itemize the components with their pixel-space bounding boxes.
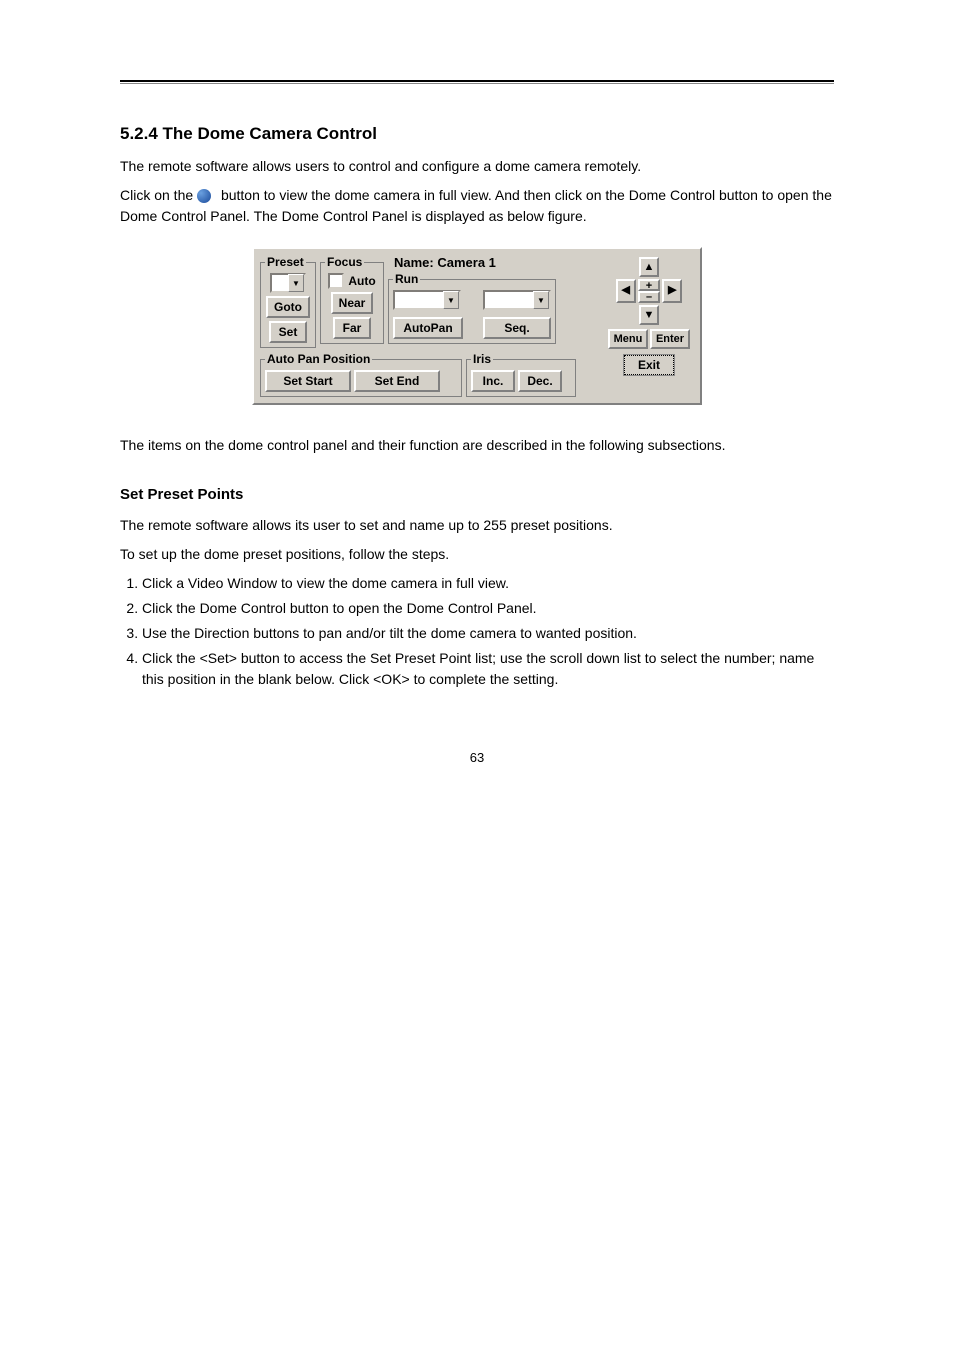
iris-inc-button[interactable]: Inc.	[471, 370, 515, 392]
autopan-position-legend: Auto Pan Position	[265, 352, 372, 366]
list-item: Click the Dome Control button to open th…	[142, 598, 834, 619]
autopan-position-group: Auto Pan Position Set Start Set End	[260, 352, 462, 397]
list-item: Click the <Set> button to access the Set…	[142, 648, 834, 690]
iris-dec-button[interactable]: Dec.	[518, 370, 562, 392]
goto-button[interactable]: Goto	[266, 296, 310, 318]
paragraph: The remote software allows users to cont…	[120, 156, 834, 177]
paragraph: The items on the dome control panel and …	[120, 435, 834, 456]
set-button[interactable]: Set	[269, 321, 307, 343]
left-button[interactable]: ◀	[616, 279, 636, 303]
list-item: Click a Video Window to view the dome ca…	[142, 573, 834, 594]
run-dropdown-1[interactable]: ▼	[393, 290, 461, 310]
enter-button[interactable]: Enter	[650, 329, 690, 349]
subsection-heading: Set Preset Points	[120, 486, 834, 503]
run-group: Run ▼ ▼ AutoPan	[388, 272, 556, 344]
text-suffix: button to view the dome camera in full v…	[120, 187, 832, 224]
direction-pad: ▲ ◀ + – ▶ ▼ Menu Enter	[604, 255, 694, 377]
seq-button[interactable]: Seq.	[483, 317, 551, 339]
up-button[interactable]: ▲	[639, 257, 660, 277]
exit-button[interactable]: Exit	[624, 355, 674, 375]
dome-control-panel: Preset ▼ Goto Set Focus	[252, 247, 702, 405]
zoom-in-button[interactable]: +	[638, 279, 660, 291]
focus-group: Focus Auto Near Far	[320, 255, 384, 344]
section-heading: 5.2.4 The Dome Camera Control	[120, 124, 834, 144]
list-item: Use the Direction buttons to pan and/or …	[142, 623, 834, 644]
preset-group: Preset ▼ Goto Set	[260, 255, 316, 348]
page-rule	[120, 80, 834, 84]
paragraph: Click on the button to view the dome cam…	[120, 185, 834, 227]
right-button[interactable]: ▶	[662, 279, 682, 303]
chevron-down-icon: ▼	[533, 291, 549, 309]
focus-legend: Focus	[325, 255, 364, 269]
steps-list: Click a Video Window to view the dome ca…	[120, 573, 834, 690]
page-number: 63	[120, 750, 834, 765]
set-start-button[interactable]: Set Start	[265, 370, 351, 392]
preset-legend: Preset	[265, 255, 306, 269]
run-legend: Run	[393, 272, 420, 286]
run-dropdown-2[interactable]: ▼	[483, 290, 551, 310]
preset-dropdown[interactable]: ▼	[270, 273, 306, 293]
iris-group: Iris Inc. Dec.	[466, 352, 576, 397]
auto-focus-checkbox[interactable]: Auto	[328, 273, 375, 289]
iris-legend: Iris	[471, 352, 493, 366]
autopan-button[interactable]: AutoPan	[393, 317, 463, 339]
zoom-out-button[interactable]: –	[638, 291, 660, 303]
globe-icon	[197, 189, 211, 203]
checkbox-icon	[328, 273, 344, 289]
chevron-down-icon: ▼	[443, 291, 459, 309]
set-end-button[interactable]: Set End	[354, 370, 440, 392]
auto-label: Auto	[348, 274, 375, 288]
menu-button[interactable]: Menu	[608, 329, 648, 349]
down-button[interactable]: ▼	[639, 305, 660, 325]
near-button[interactable]: Near	[331, 292, 374, 314]
paragraph: To set up the dome preset positions, fol…	[120, 544, 834, 565]
far-button[interactable]: Far	[333, 317, 371, 339]
chevron-down-icon: ▼	[288, 274, 304, 292]
paragraph: The remote software allows its user to s…	[120, 515, 834, 536]
text-prefix: Click on the	[120, 187, 197, 203]
